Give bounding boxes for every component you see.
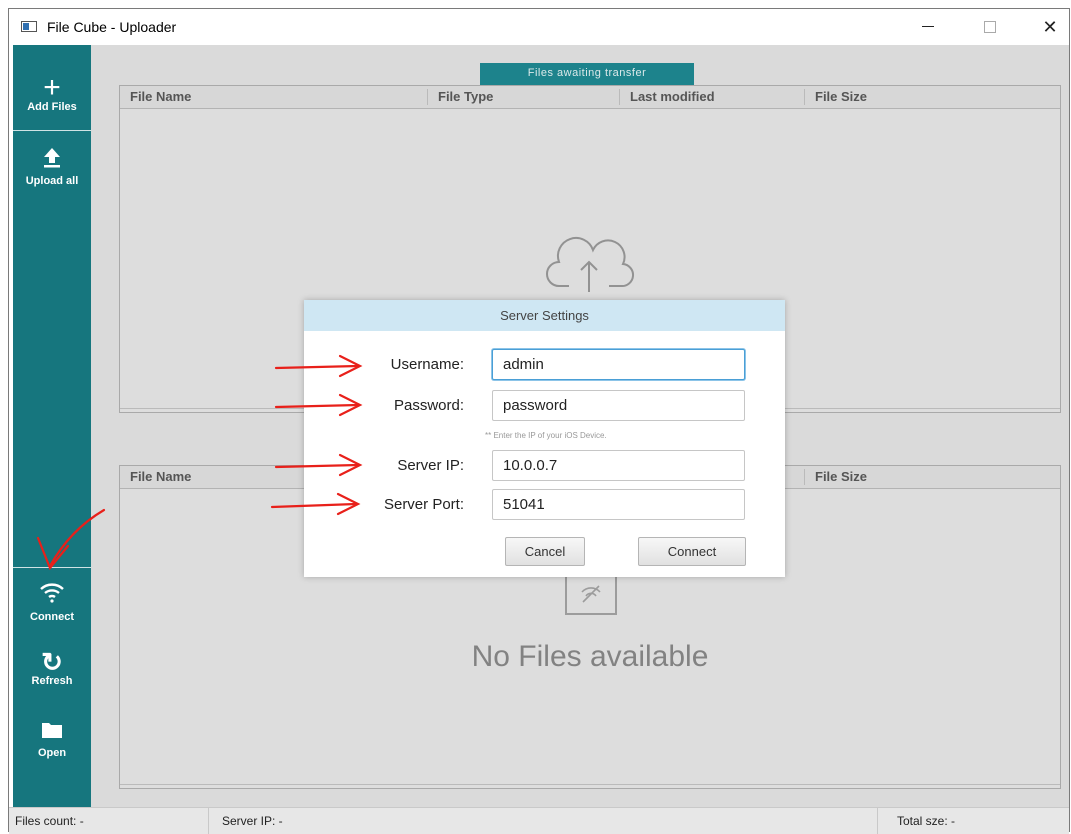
arrow-to-server-ip: [274, 453, 363, 477]
arrow-to-server-port: [270, 492, 361, 516]
arrow-to-password: [274, 393, 363, 417]
annotation-arrows: [36, 354, 363, 571]
arrow-to-username: [274, 354, 363, 378]
arrow-to-connect: [36, 508, 106, 571]
